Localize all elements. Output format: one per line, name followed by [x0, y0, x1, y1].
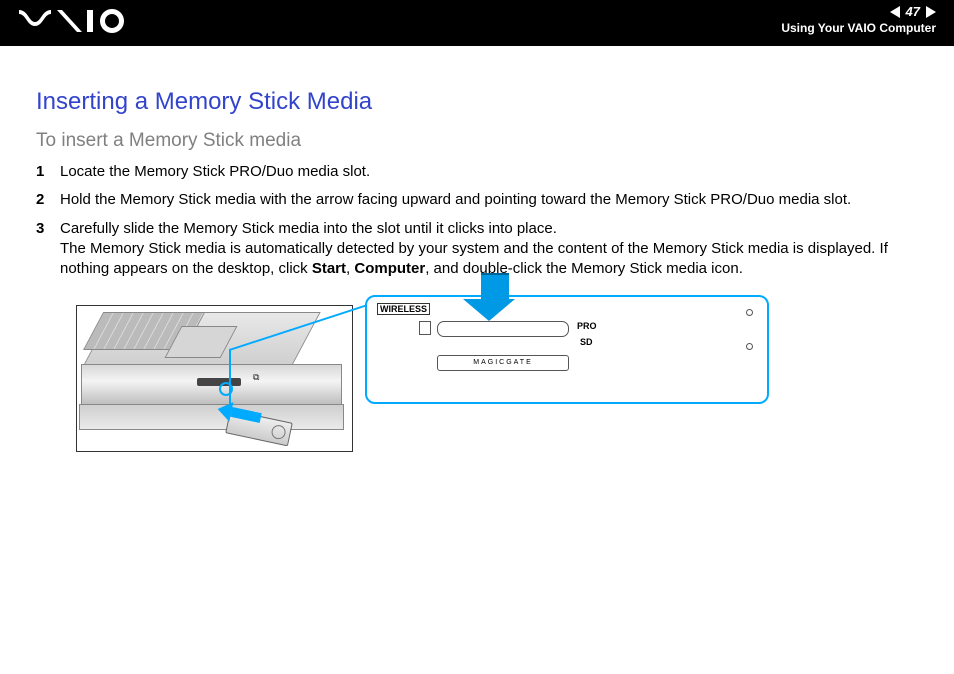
next-page-icon[interactable] — [926, 6, 936, 18]
step-1: Locate the Memory Stick PRO/Duo media sl… — [36, 162, 918, 182]
start-label: Start — [312, 260, 346, 277]
page-content: Inserting a Memory Stick Media To insert… — [0, 46, 954, 452]
indicator-led-2-icon — [746, 343, 753, 350]
computer-label: Computer — [354, 260, 425, 277]
memorystick-icon — [419, 321, 431, 335]
laptop-illustration: ⧉ — [76, 305, 353, 452]
slot-closeup: WIRELESS PRO SD MAGICGATE — [365, 295, 769, 404]
step-3a-text: Carefully slide the Memory Stick media i… — [60, 220, 557, 237]
page-subtitle: To insert a Memory Stick media — [36, 130, 918, 152]
prev-page-icon[interactable] — [890, 6, 900, 18]
step-2-text: Hold the Memory Stick media with the arr… — [60, 191, 851, 208]
pro-duo-slot — [437, 321, 569, 337]
magicgate-label: MAGICGATE — [437, 355, 569, 371]
laptop-base — [79, 404, 344, 430]
down-arrow-icon — [475, 273, 515, 321]
step-1-text: Locate the Memory Stick PRO/Duo media sl… — [60, 163, 370, 180]
figure: ⧉ WIRELESS PRO SD MAGICGATE — [76, 305, 918, 452]
step-2: Hold the Memory Stick media with the arr… — [36, 190, 918, 210]
page-navigator: 47 — [781, 4, 936, 19]
section-name: Using Your VAIO Computer — [781, 21, 936, 35]
magicgate-side-icon: ⧉ — [253, 372, 260, 383]
wireless-label: WIRELESS — [377, 303, 430, 315]
page-header: 47 Using Your VAIO Computer — [0, 0, 954, 46]
header-right: 47 Using Your VAIO Computer — [781, 4, 936, 35]
steps-list: Locate the Memory Stick PRO/Duo media sl… — [36, 162, 918, 279]
vaio-logo — [18, 7, 128, 40]
indicator-led-1-icon — [746, 309, 753, 316]
page-number: 47 — [906, 4, 920, 19]
pro-label: PRO — [577, 321, 597, 331]
page-title: Inserting a Memory Stick Media — [36, 88, 918, 116]
step-3b-post: , and double-click the Memory Stick medi… — [425, 260, 743, 277]
step-3: Carefully slide the Memory Stick media i… — [36, 219, 918, 280]
sd-label: SD — [580, 337, 593, 347]
